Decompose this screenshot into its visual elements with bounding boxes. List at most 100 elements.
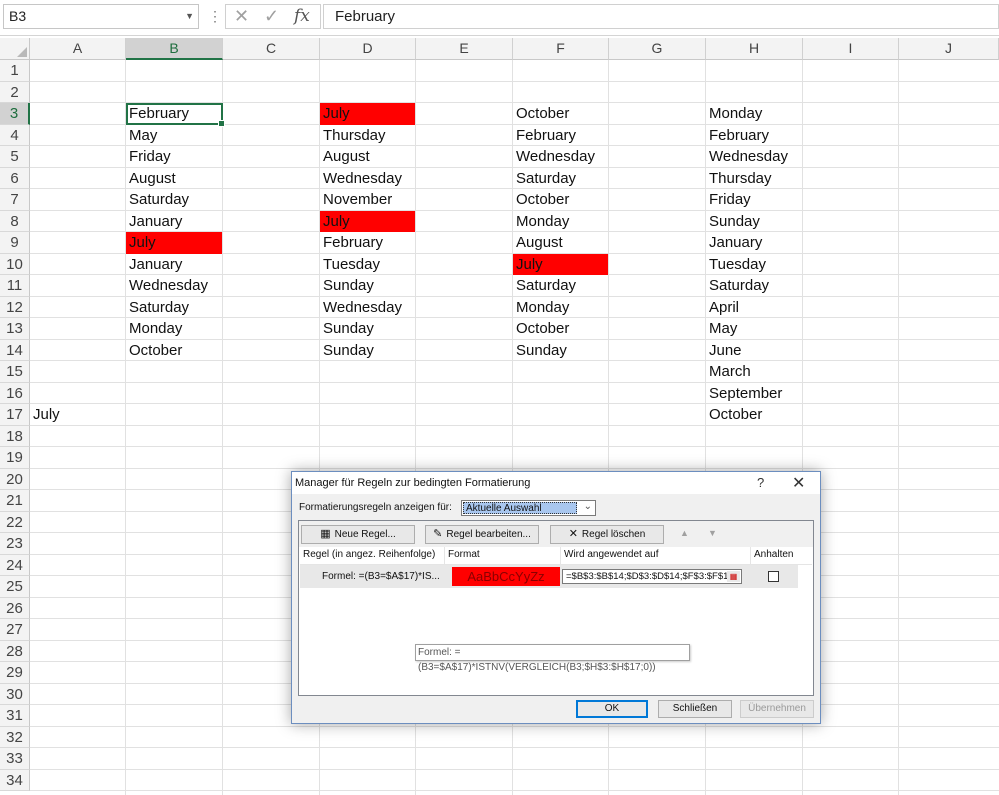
cell-b9[interactable]: July (126, 232, 222, 254)
delete-rule-button[interactable]: ✕ Regel löschen (550, 525, 664, 544)
row-header-9[interactable]: 9 (0, 232, 30, 254)
cell-h16[interactable]: September (706, 383, 802, 405)
cell-d14[interactable]: Sunday (320, 340, 415, 362)
row-header-12[interactable]: 12 (0, 296, 30, 318)
row-header-25[interactable]: 25 (0, 576, 30, 598)
dialog-titlebar[interactable]: Manager für Regeln zur bedingten Formati… (292, 472, 820, 494)
applies-to-column-header[interactable]: Wird angewendet auf (561, 547, 751, 564)
cell-h13[interactable]: May (706, 318, 802, 340)
cancel-icon[interactable]: ✕ (234, 6, 249, 27)
cell-b10[interactable]: January (126, 254, 222, 276)
new-rule-button[interactable]: ▦ Neue Regel... (301, 525, 415, 544)
cell-f4[interactable]: February (513, 125, 608, 147)
close-button[interactable]: Schließen (658, 700, 732, 718)
column-header-f[interactable]: F (513, 38, 609, 60)
cell-f5[interactable]: Wednesday (513, 146, 608, 168)
row-header-8[interactable]: 8 (0, 210, 30, 232)
row-header-4[interactable]: 4 (0, 124, 30, 146)
row-header-16[interactable]: 16 (0, 382, 30, 404)
row-header-10[interactable]: 10 (0, 253, 30, 275)
cell-h11[interactable]: Saturday (706, 275, 802, 297)
row-header-3[interactable]: 3 (0, 103, 30, 125)
column-header-c[interactable]: C (223, 38, 320, 60)
row-header-29[interactable]: 29 (0, 662, 30, 684)
applies-to-field[interactable]: =$B$3:$B$14;$D$3:$D$14;$F$3:$F$1 ▦ (562, 569, 742, 584)
select-all-corner[interactable] (0, 38, 30, 60)
cell-h10[interactable]: Tuesday (706, 254, 802, 276)
cell-h5[interactable]: Wednesday (706, 146, 802, 168)
show-rules-dropdown[interactable]: Aktuelle Auswahl ⌄ (461, 500, 596, 516)
cell-f7[interactable]: October (513, 189, 608, 211)
cell-f13[interactable]: October (513, 318, 608, 340)
row-header-14[interactable]: 14 (0, 339, 30, 361)
column-header-g[interactable]: G (609, 38, 706, 60)
row-header-21[interactable]: 21 (0, 490, 30, 512)
cell-d13[interactable]: Sunday (320, 318, 415, 340)
row-header-7[interactable]: 7 (0, 189, 30, 211)
move-down-icon[interactable]: ▼ (702, 525, 723, 542)
chevron-down-icon[interactable]: ▼ (185, 5, 194, 28)
cell-h12[interactable]: April (706, 297, 802, 319)
range-picker-icon[interactable]: ▦ (727, 571, 740, 582)
cell-f14[interactable]: Sunday (513, 340, 608, 362)
formula-input[interactable]: February (323, 4, 999, 29)
more-options-icon[interactable]: ⋮ (208, 8, 222, 25)
cell-h3[interactable]: Monday (706, 103, 802, 125)
row-header-2[interactable]: 2 (0, 81, 30, 103)
cell-b4[interactable]: May (126, 125, 222, 147)
row-header-6[interactable]: 6 (0, 167, 30, 189)
cell-b14[interactable]: October (126, 340, 222, 362)
rule-row[interactable]: Formel: =(B3=$A$17)*IS... AaBbCcYyZz =$B… (300, 565, 798, 588)
row-header-23[interactable]: 23 (0, 533, 30, 555)
cell-b7[interactable]: Saturday (126, 189, 222, 211)
cell-a17[interactable]: July (30, 404, 125, 426)
format-column-header[interactable]: Format (445, 547, 561, 564)
cell-f3[interactable]: October (513, 103, 608, 125)
row-header-13[interactable]: 13 (0, 318, 30, 340)
row-header-30[interactable]: 30 (0, 683, 30, 705)
column-header-e[interactable]: E (416, 38, 513, 60)
cell-h14[interactable]: June (706, 340, 802, 362)
cell-h15[interactable]: March (706, 361, 802, 383)
edit-rule-button[interactable]: ✎ Regel bearbeiten... (425, 525, 539, 544)
row-header-26[interactable]: 26 (0, 597, 30, 619)
cell-d4[interactable]: Thursday (320, 125, 415, 147)
ok-button[interactable]: OK (576, 700, 648, 718)
column-header-h[interactable]: H (706, 38, 803, 60)
cell-d3[interactable]: July (320, 103, 415, 125)
cell-b13[interactable]: Monday (126, 318, 222, 340)
enter-icon[interactable]: ✓ (264, 6, 279, 27)
row-header-1[interactable]: 1 (0, 60, 30, 82)
cell-d10[interactable]: Tuesday (320, 254, 415, 276)
cell-d11[interactable]: Sunday (320, 275, 415, 297)
cell-f12[interactable]: Monday (513, 297, 608, 319)
cell-f8[interactable]: Monday (513, 211, 608, 233)
row-header-27[interactable]: 27 (0, 619, 30, 641)
cell-h4[interactable]: February (706, 125, 802, 147)
column-header-b[interactable]: B (126, 38, 223, 60)
cell-b8[interactable]: January (126, 211, 222, 233)
cell-h17[interactable]: October (706, 404, 802, 426)
cell-f10[interactable]: July (513, 253, 608, 275)
row-header-11[interactable]: 11 (0, 275, 30, 297)
row-header-33[interactable]: 33 (0, 748, 30, 770)
close-icon[interactable]: ✕ (792, 473, 805, 493)
column-header-j[interactable]: J (899, 38, 999, 60)
stop-if-true-column-header[interactable]: Anhalten (751, 547, 812, 564)
cell-f6[interactable]: Saturday (513, 168, 608, 190)
cell-h6[interactable]: Thursday (706, 168, 802, 190)
column-header-i[interactable]: I (803, 38, 899, 60)
column-header-d[interactable]: D (320, 38, 416, 60)
cell-h8[interactable]: Sunday (706, 211, 802, 233)
name-box[interactable]: B3 ▼ (3, 4, 199, 29)
cell-b12[interactable]: Saturday (126, 297, 222, 319)
row-header-32[interactable]: 32 (0, 726, 30, 748)
insert-function-icon[interactable]: fx (294, 6, 310, 26)
cell-b6[interactable]: August (126, 168, 222, 190)
row-header-15[interactable]: 15 (0, 361, 30, 383)
row-header-31[interactable]: 31 (0, 705, 30, 727)
row-header-20[interactable]: 20 (0, 468, 30, 490)
row-header-22[interactable]: 22 (0, 511, 30, 533)
row-header-18[interactable]: 18 (0, 425, 30, 447)
row-header-28[interactable]: 28 (0, 640, 30, 662)
